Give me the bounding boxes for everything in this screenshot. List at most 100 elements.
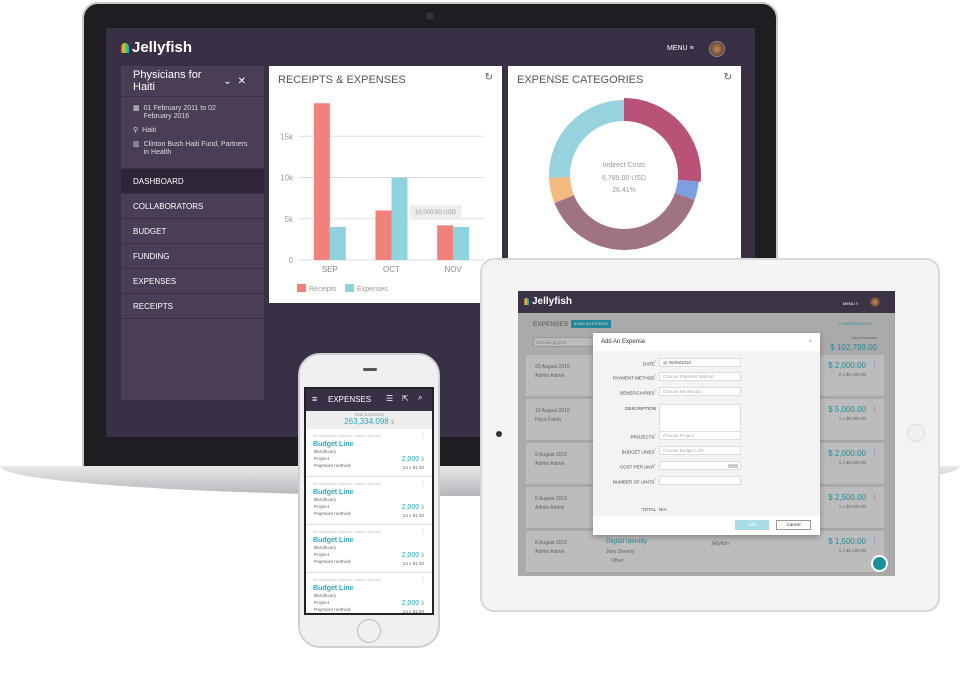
- item-amount: 2,000 $: [402, 504, 424, 511]
- field-placeholder: Choose Beneficiary: [663, 389, 703, 394]
- item-title[interactable]: Budget Line: [313, 441, 353, 448]
- expense-item[interactable]: 19 November 2016 by Joanna Zeenny Budget …: [306, 573, 432, 614]
- close-icon[interactable]: ✕: [238, 76, 252, 87]
- jellyfish-logo-icon: [121, 42, 129, 53]
- legend-label: Receipts: [309, 286, 337, 293]
- donut-chart: Indirect Costs 6,789.00 USD 26.41%: [549, 98, 701, 251]
- item-beneficiary: Benificiary: [314, 450, 337, 455]
- avatar[interactable]: [870, 297, 880, 307]
- menu-label: MENU: [843, 301, 855, 306]
- field-input[interactable]: Choose Project: [659, 431, 741, 440]
- field-input[interactable]: [659, 461, 741, 470]
- hamburger-icon[interactable]: ≡: [312, 394, 317, 404]
- page-title: EXPENSES: [328, 395, 372, 404]
- bar-expenses-oct: [391, 177, 408, 260]
- sidebar-item-budget[interactable]: BUDGET: [121, 219, 264, 244]
- laptop-camera: [426, 12, 434, 20]
- cancel-button[interactable]: Cancel: [776, 520, 811, 530]
- bar-expenses-nov: [453, 227, 470, 260]
- dialog-title: Add An Expense: [601, 339, 646, 345]
- receipts-expenses-card: RECEIPTS & EXPENSES ↻ 0 5k 10k 15k SEP OCT NOV…: [269, 66, 502, 303]
- close-icon[interactable]: ×: [808, 339, 812, 345]
- chat-button[interactable]: [871, 555, 888, 572]
- amount-value: 2,000: [401, 456, 420, 463]
- total-label: TOTAL: [641, 507, 656, 512]
- item-amount: 2,000 $: [402, 552, 424, 559]
- field-input[interactable]: [659, 404, 741, 433]
- bar-chart-icon: ▥: [133, 141, 140, 148]
- menu-button[interactable]: MENU ≡: [667, 45, 694, 52]
- calendar-icon: ▦: [133, 105, 140, 112]
- dialog-body: TOTAL N/A DATE* ▦ 06/09/2016 PAYMENT METHOD…: [593, 351, 820, 516]
- more-options-icon[interactable]: ⋮: [420, 432, 426, 439]
- add-button[interactable]: Add: [735, 520, 769, 530]
- phone-header: ≡ EXPENSES ☰ ⇱ ⌕: [306, 389, 432, 411]
- more-options-icon[interactable]: ⋮: [420, 576, 426, 583]
- item-meta: 19 November 2016 by Joanna Zeenny: [313, 577, 382, 582]
- filter-icon[interactable]: ☰: [386, 394, 393, 403]
- item-title[interactable]: Budget Line: [313, 585, 353, 592]
- field-input[interactable]: Choose Beneficiary: [659, 387, 741, 396]
- avatar[interactable]: [709, 41, 725, 57]
- menu-button[interactable]: MENU ≡: [843, 301, 858, 306]
- phone-home-button[interactable]: [357, 619, 381, 643]
- item-meta: 19 November 2016 by Joanna Zeenny: [313, 481, 382, 486]
- tooltip-text: 10,000.00 USD: [415, 210, 457, 216]
- field-label-text: NUMBER OF UNITS: [612, 479, 655, 485]
- field-input[interactable]: ▦ 06/09/2016: [659, 358, 741, 367]
- amount-value: 2,000: [401, 552, 420, 559]
- field-label: COST PER UNIT*: [620, 463, 656, 470]
- project-funders: Clinton Bush Haiti Fund, Partners in Hea…: [143, 141, 248, 156]
- project-dates: 01 February 2011 to 02 February 2016: [143, 105, 216, 120]
- field-label: DATE*: [643, 360, 656, 367]
- item-beneficiary: Benificiary: [314, 594, 337, 599]
- phone-speaker: [363, 368, 377, 371]
- item-beneficiary: Benificiary: [314, 498, 337, 503]
- field-input[interactable]: [659, 476, 741, 485]
- more-options-icon[interactable]: ⋮: [420, 480, 426, 487]
- item-detail: 24 x $1.00: [402, 609, 424, 614]
- bar-chart: 0 5k 10k 15k SEP OCT NOV 10,000.00 USD Receipts E…: [280, 103, 484, 293]
- logo[interactable]: Jellyfish: [524, 296, 572, 307]
- amount-currency: $: [421, 601, 424, 607]
- field-value: 06/09/2016: [668, 360, 692, 365]
- more-options-icon[interactable]: ⋮: [420, 528, 426, 535]
- chevron-down-icon[interactable]: ⌄: [223, 76, 237, 87]
- field-label-text: COST PER UNIT: [619, 464, 655, 470]
- item-detail: 24 x $1.00: [402, 465, 424, 470]
- item-detail: 24 x $1.00: [402, 561, 424, 566]
- export-icon[interactable]: ⇱: [402, 394, 409, 403]
- y-tick-label: 0: [289, 256, 294, 265]
- total-value: N/A: [659, 507, 667, 512]
- hamburger-icon: ≡: [689, 45, 694, 52]
- donut-center-value: 6,789.00 USD: [602, 175, 646, 182]
- currency-chip: [728, 464, 738, 468]
- brand-name: Jellyfish: [532, 296, 573, 307]
- total-value: 263,334.098: [344, 417, 389, 426]
- required-marker: *: [654, 389, 656, 393]
- expense-item[interactable]: 19 November 2016 by Joanna Zeenny Budget …: [306, 525, 432, 573]
- sidebar-item-funding[interactable]: FUNDING: [121, 244, 264, 269]
- sidebar-item-expenses[interactable]: EXPENSES: [121, 269, 264, 294]
- item-amount: 2,000 $: [402, 456, 424, 463]
- item-title[interactable]: Budget Line: [313, 489, 353, 496]
- item-title[interactable]: Budget Line: [313, 537, 353, 544]
- tablet-home-button[interactable]: [907, 424, 925, 442]
- search-icon[interactable]: ⌕: [418, 393, 422, 403]
- item-method: Payment method: [314, 608, 351, 613]
- expense-item[interactable]: 19 November 2016 by Joanna Zeenny Budget …: [306, 477, 432, 525]
- sidebar-item-receipts[interactable]: RECEIPTS: [121, 294, 264, 319]
- sidebar-item-dashboard[interactable]: DASHBOARD: [121, 169, 264, 194]
- field-label-text: PROJECTS: [630, 434, 655, 440]
- expense-item[interactable]: 19 November 2016 by Joanna Zeenny Budget …: [306, 429, 432, 477]
- logo[interactable]: Jellyfish: [121, 39, 192, 56]
- required-marker: *: [654, 374, 656, 378]
- jellyfish-logo-icon: [524, 298, 529, 305]
- field-label: BENEFICIARIES*: [620, 389, 656, 396]
- location-pin-icon: ⚲: [133, 127, 139, 134]
- field-input[interactable]: Choose Payment Method: [659, 372, 741, 381]
- item-amount: 2,000 $: [402, 600, 424, 607]
- sidebar-item-collaborators[interactable]: COLLABORATORS: [121, 194, 264, 219]
- tablet-header: Jellyfish MENU ≡: [518, 291, 895, 313]
- field-input[interactable]: Choose Budget Line: [659, 446, 741, 455]
